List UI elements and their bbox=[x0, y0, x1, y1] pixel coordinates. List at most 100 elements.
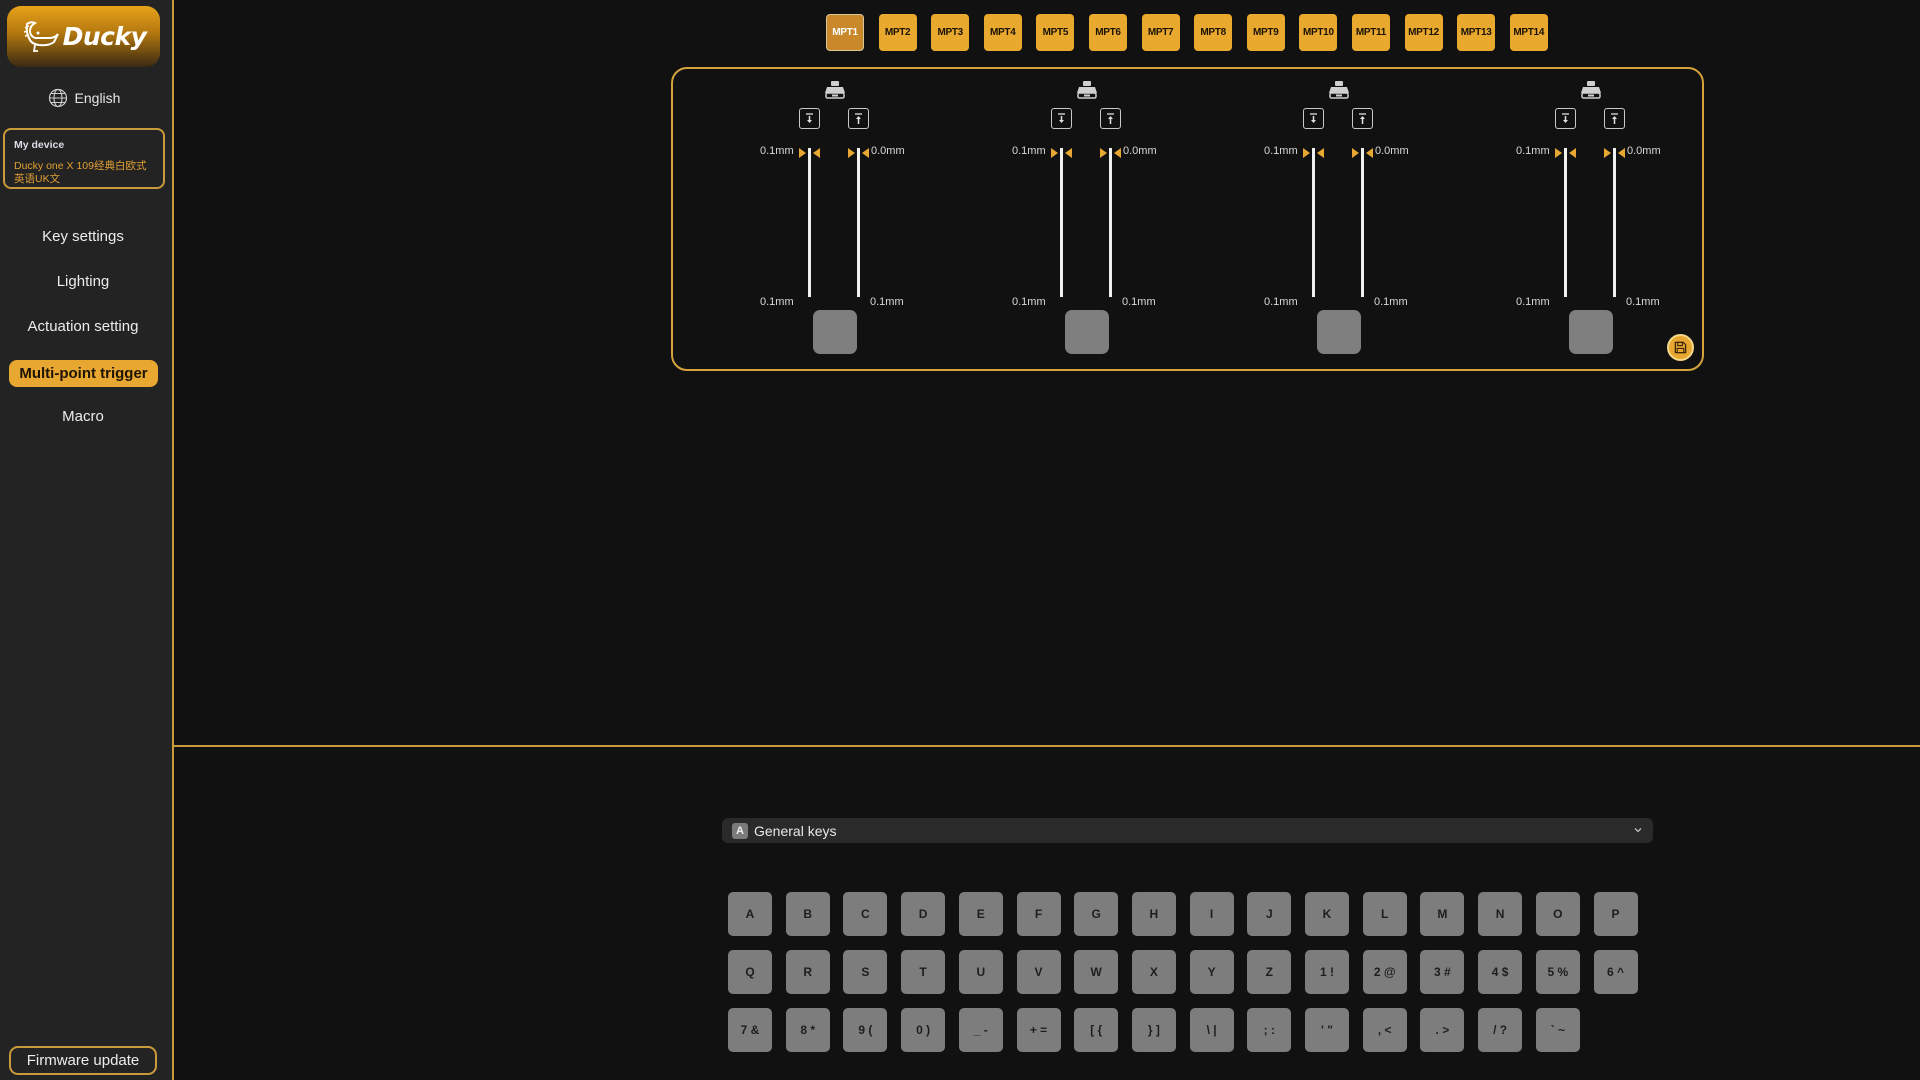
tab-mpt11[interactable]: MPT11 bbox=[1351, 14, 1390, 51]
tab-mpt12[interactable]: MPT12 bbox=[1404, 14, 1443, 51]
key-button[interactable]: A bbox=[728, 892, 772, 936]
release-slider-track[interactable] bbox=[1361, 148, 1364, 297]
press-slider-track[interactable] bbox=[1060, 148, 1063, 297]
key-button[interactable]: H bbox=[1131, 892, 1176, 936]
release-direction-button[interactable] bbox=[848, 108, 869, 129]
press-slider-handle-right[interactable] bbox=[1569, 148, 1576, 158]
key-button[interactable]: R bbox=[785, 950, 830, 994]
assigned-key-slot[interactable] bbox=[1317, 310, 1361, 354]
tab-mpt8[interactable]: MPT8 bbox=[1194, 14, 1233, 51]
tab-mpt5[interactable]: MPT5 bbox=[1036, 14, 1075, 51]
key-button[interactable]: [ { bbox=[1074, 1008, 1119, 1052]
nav-lighting[interactable]: Lighting bbox=[0, 273, 166, 290]
key-button[interactable]: Q bbox=[728, 950, 772, 994]
release-slider-track[interactable] bbox=[857, 148, 860, 297]
tab-mpt14[interactable]: MPT14 bbox=[1509, 14, 1548, 51]
key-button[interactable]: D bbox=[901, 892, 946, 936]
press-slider-track[interactable] bbox=[1312, 148, 1315, 297]
key-button[interactable]: ; : bbox=[1247, 1008, 1292, 1052]
tab-mpt7[interactable]: MPT7 bbox=[1141, 14, 1180, 51]
tab-mpt13[interactable]: MPT13 bbox=[1457, 14, 1496, 51]
release-slider-handle-left[interactable] bbox=[1352, 148, 1359, 158]
tab-mpt4[interactable]: MPT4 bbox=[983, 14, 1022, 51]
key-button[interactable]: Z bbox=[1247, 950, 1292, 994]
key-button[interactable]: U bbox=[958, 950, 1003, 994]
tab-mpt3[interactable]: MPT3 bbox=[931, 14, 970, 51]
key-button[interactable]: 7 & bbox=[728, 1008, 772, 1052]
key-button[interactable]: B bbox=[785, 892, 830, 936]
press-direction-button[interactable] bbox=[1303, 108, 1324, 129]
key-button[interactable]: , < bbox=[1362, 1008, 1407, 1052]
release-direction-button[interactable] bbox=[1100, 108, 1121, 129]
release-slider-handle-left[interactable] bbox=[1604, 148, 1611, 158]
firmware-update-button[interactable]: Firmware update bbox=[9, 1046, 157, 1075]
press-slider-handle-left[interactable] bbox=[1555, 148, 1562, 158]
key-button[interactable]: C bbox=[843, 892, 888, 936]
my-device-card[interactable]: My device Ducky one X 109经典白欧式英语UK文 bbox=[3, 128, 165, 189]
key-button[interactable]: F bbox=[1016, 892, 1061, 936]
key-button[interactable]: _ - bbox=[958, 1008, 1003, 1052]
release-slider-handle-right[interactable] bbox=[1618, 148, 1625, 158]
key-button[interactable]: 5 % bbox=[1535, 950, 1580, 994]
key-button[interactable]: J bbox=[1247, 892, 1292, 936]
key-button[interactable]: E bbox=[958, 892, 1003, 936]
key-button[interactable]: 0 ) bbox=[901, 1008, 946, 1052]
assigned-key-slot[interactable] bbox=[1065, 310, 1109, 354]
release-slider-track[interactable] bbox=[1613, 148, 1616, 297]
key-button[interactable]: / ? bbox=[1478, 1008, 1523, 1052]
key-button[interactable]: X bbox=[1131, 950, 1176, 994]
press-direction-button[interactable] bbox=[799, 108, 820, 129]
key-button[interactable]: P bbox=[1593, 892, 1638, 936]
tab-mpt2[interactable]: MPT2 bbox=[878, 14, 917, 51]
key-button[interactable]: L bbox=[1362, 892, 1407, 936]
release-slider-handle-left[interactable] bbox=[848, 148, 855, 158]
key-button[interactable]: V bbox=[1016, 950, 1061, 994]
press-slider-track[interactable] bbox=[1564, 148, 1567, 297]
key-button[interactable]: G bbox=[1074, 892, 1119, 936]
key-button[interactable]: 9 ( bbox=[843, 1008, 888, 1052]
key-button[interactable]: ` ~ bbox=[1535, 1008, 1580, 1052]
key-button[interactable]: 6 ^ bbox=[1593, 950, 1638, 994]
key-button[interactable]: 2 @ bbox=[1362, 950, 1407, 994]
key-button[interactable]: O bbox=[1535, 892, 1580, 936]
key-button[interactable]: \ | bbox=[1189, 1008, 1234, 1052]
tab-mpt6[interactable]: MPT6 bbox=[1088, 14, 1127, 51]
press-slider-handle-right[interactable] bbox=[813, 148, 820, 158]
press-slider-handle-left[interactable] bbox=[1303, 148, 1310, 158]
press-slider-handle-left[interactable] bbox=[799, 148, 806, 158]
key-button[interactable]: 1 ! bbox=[1305, 950, 1349, 994]
key-button[interactable]: S bbox=[843, 950, 888, 994]
press-slider-handle-right[interactable] bbox=[1317, 148, 1324, 158]
press-slider-handle-right[interactable] bbox=[1065, 148, 1072, 158]
nav-macro[interactable]: Macro bbox=[0, 408, 166, 425]
assigned-key-slot[interactable] bbox=[813, 310, 857, 354]
release-slider-handle-right[interactable] bbox=[1366, 148, 1373, 158]
nav-actuation-setting[interactable]: Actuation setting bbox=[0, 318, 166, 335]
tab-mpt10[interactable]: MPT10 bbox=[1299, 14, 1338, 51]
key-button[interactable]: T bbox=[901, 950, 946, 994]
key-button[interactable]: K bbox=[1305, 892, 1349, 936]
nav-key-settings[interactable]: Key settings bbox=[0, 228, 166, 245]
press-direction-button[interactable] bbox=[1051, 108, 1072, 129]
key-button[interactable]: M bbox=[1420, 892, 1465, 936]
press-slider-handle-left[interactable] bbox=[1051, 148, 1058, 158]
release-slider-handle-left[interactable] bbox=[1100, 148, 1107, 158]
release-direction-button[interactable] bbox=[1604, 108, 1625, 129]
key-button[interactable]: 4 $ bbox=[1478, 950, 1523, 994]
tab-mpt9[interactable]: MPT9 bbox=[1246, 14, 1285, 51]
key-button[interactable]: ' " bbox=[1305, 1008, 1349, 1052]
release-direction-button[interactable] bbox=[1352, 108, 1373, 129]
key-button[interactable]: 3 # bbox=[1420, 950, 1465, 994]
release-slider-track[interactable] bbox=[1109, 148, 1112, 297]
language-selector[interactable]: English bbox=[0, 88, 168, 108]
nav-multi-point-trigger[interactable]: Multi-point trigger bbox=[9, 360, 158, 387]
key-button[interactable]: 8 * bbox=[785, 1008, 830, 1052]
press-direction-button[interactable] bbox=[1555, 108, 1576, 129]
key-button[interactable]: . > bbox=[1420, 1008, 1465, 1052]
assigned-key-slot[interactable] bbox=[1569, 310, 1613, 354]
key-button[interactable]: + = bbox=[1016, 1008, 1061, 1052]
press-slider-track[interactable] bbox=[808, 148, 811, 297]
tab-mpt1[interactable]: MPT1 bbox=[826, 14, 864, 51]
key-button[interactable]: I bbox=[1189, 892, 1234, 936]
release-slider-handle-right[interactable] bbox=[862, 148, 869, 158]
